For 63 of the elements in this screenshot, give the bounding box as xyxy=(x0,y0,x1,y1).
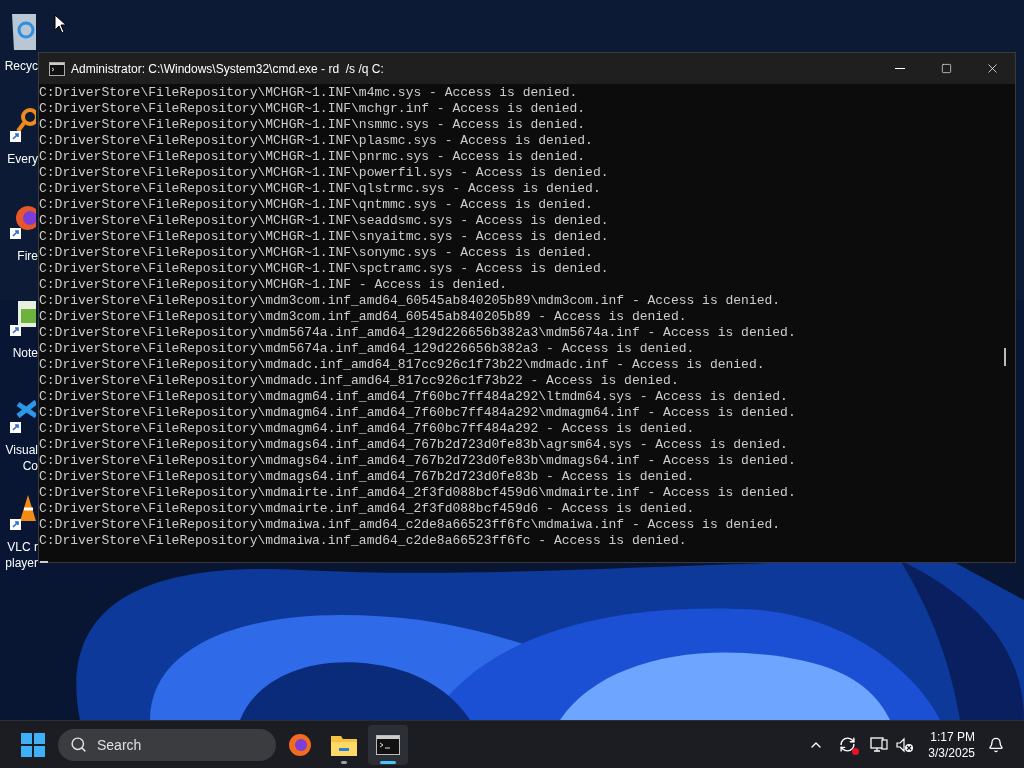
window-title: Administrator: C:\Windows\System32\cmd.exe - rd /s /q C: xyxy=(71,60,384,78)
desktop-icon-label: Fire xyxy=(17,248,38,264)
desktop-icon-label: Visual xyxy=(5,442,38,458)
console-output-line: C:DriverStore\FileRepository\MCHGR~1.INF\sonymc.sys - Access is denied. xyxy=(39,245,593,261)
mouse-pointer-icon xyxy=(54,14,66,34)
clock-time: 1:17 PM xyxy=(930,728,975,745)
desktop-icon-label: Every xyxy=(7,151,38,167)
notification-bell-icon[interactable] xyxy=(988,736,1004,753)
console-app-icon xyxy=(49,61,65,76)
desktop-icon-label: Note xyxy=(12,345,38,361)
console-output-line: C:DriverStore\FileRepository\mdmags64.inf_amd64_767b2d723d0fe83b\mdmags64.inf - Access is denied. xyxy=(39,453,796,469)
maximize-icon xyxy=(940,63,952,74)
desktop-icon-label: Recyc xyxy=(4,58,38,74)
magnifier-icon xyxy=(8,107,36,143)
console-output-line: C:DriverStore\FileRepository\mdmags64.inf_amd64_767b2d723d0fe83b - Access is denied. xyxy=(39,469,695,485)
search-icon xyxy=(70,735,87,753)
terminal-icon xyxy=(376,734,400,755)
console-output-line: C:DriverStore\FileRepository\MCHGR~1.INF - Access is denied. xyxy=(39,277,508,293)
fox-globe-icon xyxy=(288,732,312,757)
console-output-line: C:DriverStore\FileRepository\mdmadc.inf_amd64_817cc926c1f73b22 - Access is denied. xyxy=(39,373,679,389)
console-output-line: C:DriverStore\FileRepository\mdmagm64.inf_amd64_7f60bc7ff484a292\mdmagm64.inf - Access is denied. xyxy=(39,405,796,421)
console-output-line: C:DriverStore\FileRepository\MCHGR~1.INF\spctramc.sys - Access is denied. xyxy=(39,261,609,277)
folder-icon xyxy=(331,733,357,756)
console-output-line: C:DriverStore\FileRepository\mdmaiwa.inf_amd64_c2de8a66523ff6fc\mdmaiwa.inf - Access is denied. xyxy=(39,517,781,533)
taskbar-app-button[interactable] xyxy=(368,724,408,765)
console-output-line: C:DriverStore\FileRepository\mdm5674a.inf_amd64_129d226656b382a3\mdm5674a.inf - Access is denied. xyxy=(39,325,796,341)
console-output-line: C:DriverStore\FileRepository\MCHGR~1.INF\qlstrmc.sys - Access is denied. xyxy=(39,181,601,197)
console-output-line: C:DriverStore\FileRepository\mdm3com.inf_amd64_60545ab840205b89 - Access is denied. xyxy=(39,309,687,325)
console-output-line: C:DriverStore\FileRepository\MCHGR~1.INF\snyaitmc.sys - Access is denied. xyxy=(39,229,609,245)
monitor-network-icon[interactable] xyxy=(870,736,889,753)
desktop-icon-label: Co xyxy=(22,458,38,474)
console-output-line: C:DriverStore\FileRepository\mdmagm64.inf_amd64_7f60bc7ff484a292 - Access is denied. xyxy=(39,421,695,437)
console-output-line: C:DriverStore\FileRepository\MCHGR~1.INF\plasmc.sys - Access is denied. xyxy=(39,133,593,149)
console-output-line: C:DriverStore\FileRepository\mdm5674a.inf_amd64_129d226656b382a3 - Access is denied. xyxy=(39,341,695,357)
desktop-icon-label: VLC r xyxy=(7,539,38,555)
console-output-line: C:DriverStore\FileRepository\MCHGR~1.INF\m4mc.sys - Access is denied. xyxy=(39,85,578,101)
console-output-line: C:DriverStore\FileRepository\mdmaiwa.inf_amd64_c2de8a66523ff6fc - Access is denied. xyxy=(39,533,687,549)
fox-globe-icon xyxy=(8,204,36,240)
speaker-muted-icon[interactable] xyxy=(896,736,915,753)
start-icon[interactable] xyxy=(21,732,45,757)
traffic-cone-icon xyxy=(8,495,36,531)
console-output-line: C:DriverStore\FileRepository\MCHGR~1.INF\mchgr.inf - Access is denied. xyxy=(39,101,586,117)
console-output-line: C:DriverStore\FileRepository\MCHGR~1.INF\seaddsmc.sys - Access is denied. xyxy=(39,213,609,229)
code-editor-icon xyxy=(8,398,36,434)
minimize-icon xyxy=(895,68,905,69)
console-output-line: C:DriverStore\FileRepository\mdmags64.inf_amd64_767b2d723d0fe83b\agrsm64.sys - Access is denied. xyxy=(39,437,788,453)
console-output-line: C:DriverStore\FileRepository\mdmairte.inf_amd64_2f3fd088bcf459d6 - Access is denied. xyxy=(39,501,695,517)
clock[interactable]: 1:17 PM 3/3/2025 xyxy=(928,728,975,761)
scrollbar-thumb[interactable] xyxy=(1004,348,1006,366)
clock-date: 3/3/2025 xyxy=(928,744,975,761)
console-output-line: C:DriverStore\FileRepository\mdm3com.inf_amd64_60545ab840205b89\mdm3com.inf - Access is denied. xyxy=(39,293,781,309)
console-output-line: C:DriverStore\FileRepository\MCHGR~1.INF\nsmmc.sys - Access is denied. xyxy=(39,117,586,133)
console-output-line: C:DriverStore\FileRepository\mdmadc.inf_amd64_817cc926c1f73b22\mdmadc.inf - Access is denied. xyxy=(39,357,765,373)
sync-icon[interactable] xyxy=(839,736,857,753)
text-cursor xyxy=(40,561,48,563)
desktop-icon-label: player xyxy=(5,555,38,571)
notepad-icon xyxy=(8,301,36,337)
console-output-line: C:DriverStore\FileRepository\mdmagm64.inf_amd64_7f60bc7ff484a292\ltmdm64.sys - Access is denied. xyxy=(39,389,788,405)
console-output-line: C:DriverStore\FileRepository\MCHGR~1.INF\powerfil.sys - Access is denied. xyxy=(39,165,609,181)
search-field[interactable]: Search xyxy=(58,728,276,761)
console-output-line: C:DriverStore\FileRepository\MCHGR~1.INF\pnrmc.sys - Access is denied. xyxy=(39,149,586,165)
console-output-line: C:DriverStore\FileRepository\mdmairte.inf_amd64_2f3fd088bcf459d6\mdmairte.inf - Access is denied. xyxy=(39,485,796,501)
console-output-line: C:DriverStore\FileRepository\MCHGR~1.INF\qntmmc.sys - Access is denied. xyxy=(39,197,593,213)
